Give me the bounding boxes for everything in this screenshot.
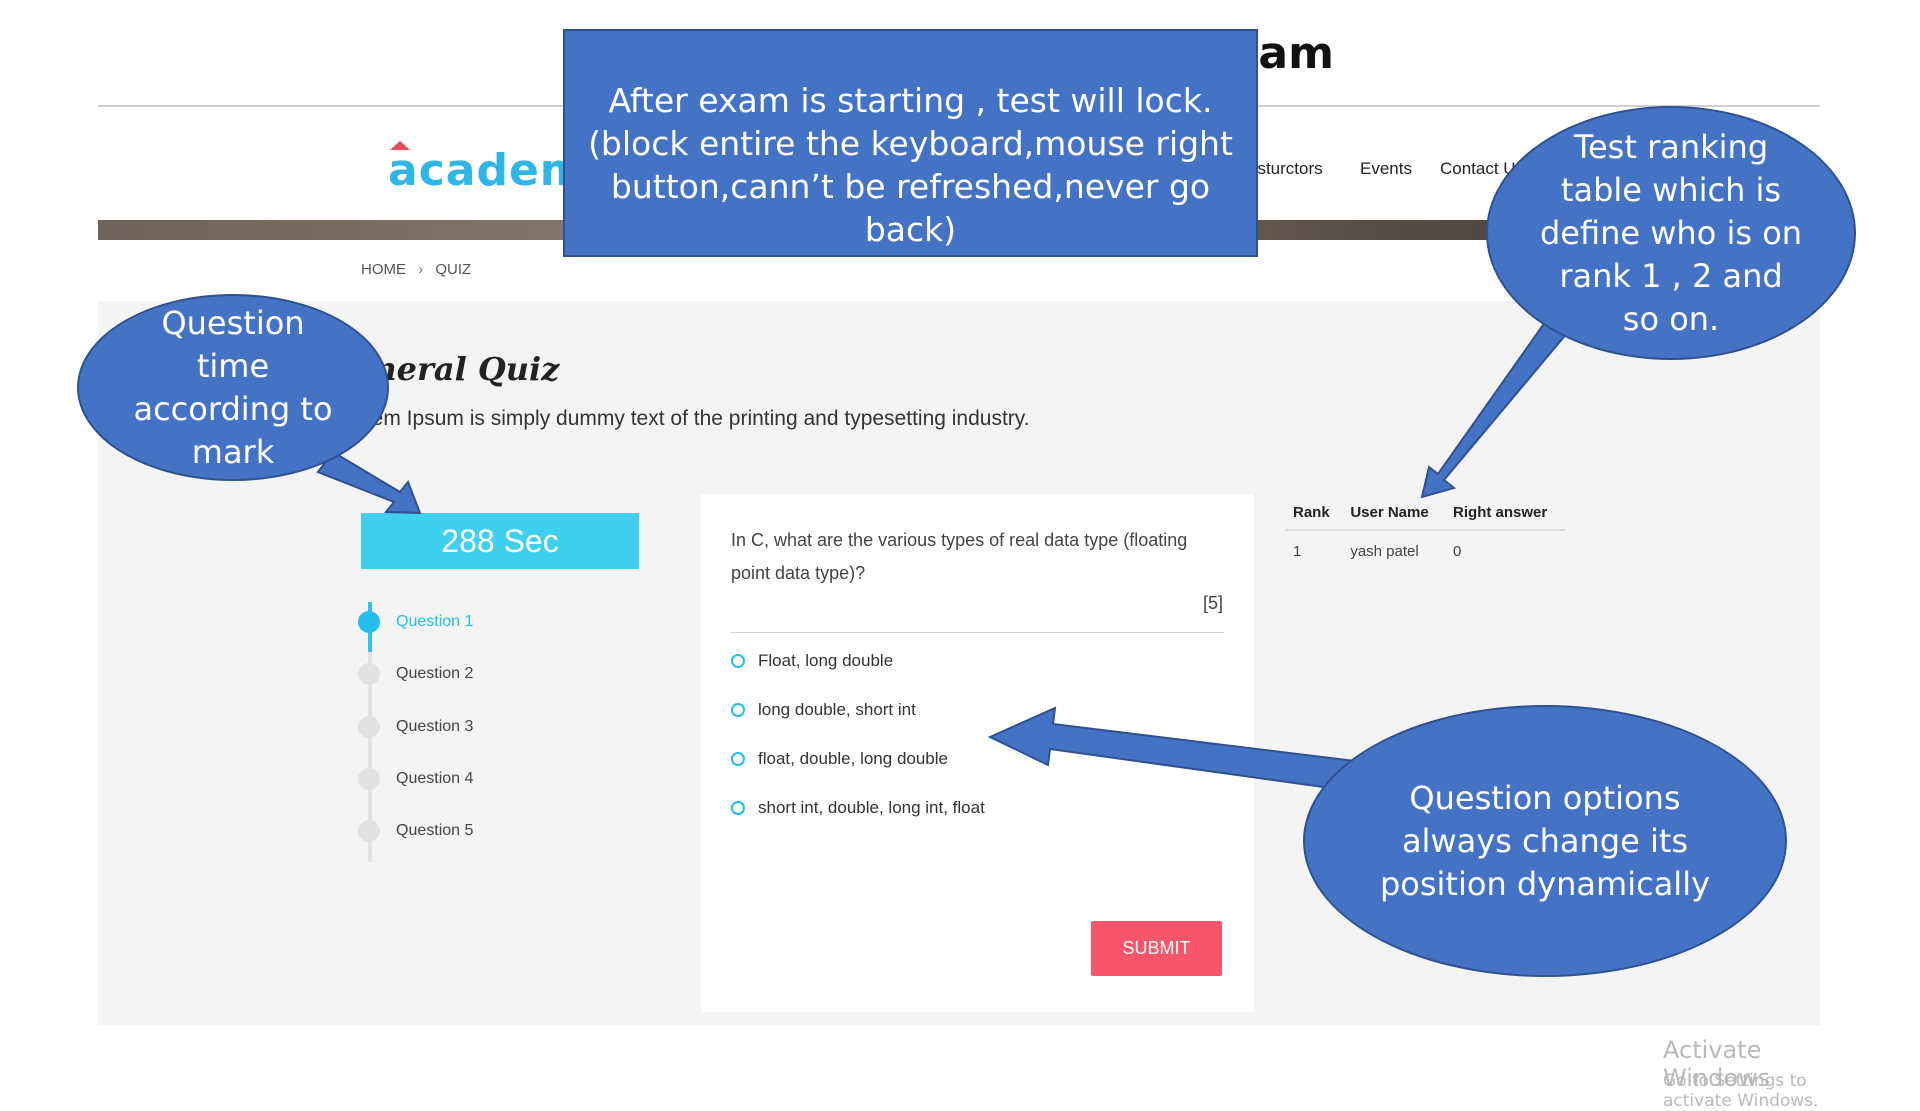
options-arrow-icon: [987, 706, 1357, 793]
options-callout-text: Question options always change its posit…: [1379, 778, 1711, 903]
ranking-callout-text: Test ranking table which is define who i…: [1539, 127, 1803, 338]
lock-callout: After exam is starting , test will lock.…: [563, 29, 1258, 257]
ranking-callout: Test ranking table which is define who i…: [1486, 106, 1856, 360]
ranking-arrow-icon: [1420, 316, 1570, 499]
timer-callout: Question time according to mark: [77, 294, 389, 481]
timer-callout-text: Question time according to mark: [133, 303, 333, 471]
options-callout: Question options always change its posit…: [1303, 705, 1787, 977]
